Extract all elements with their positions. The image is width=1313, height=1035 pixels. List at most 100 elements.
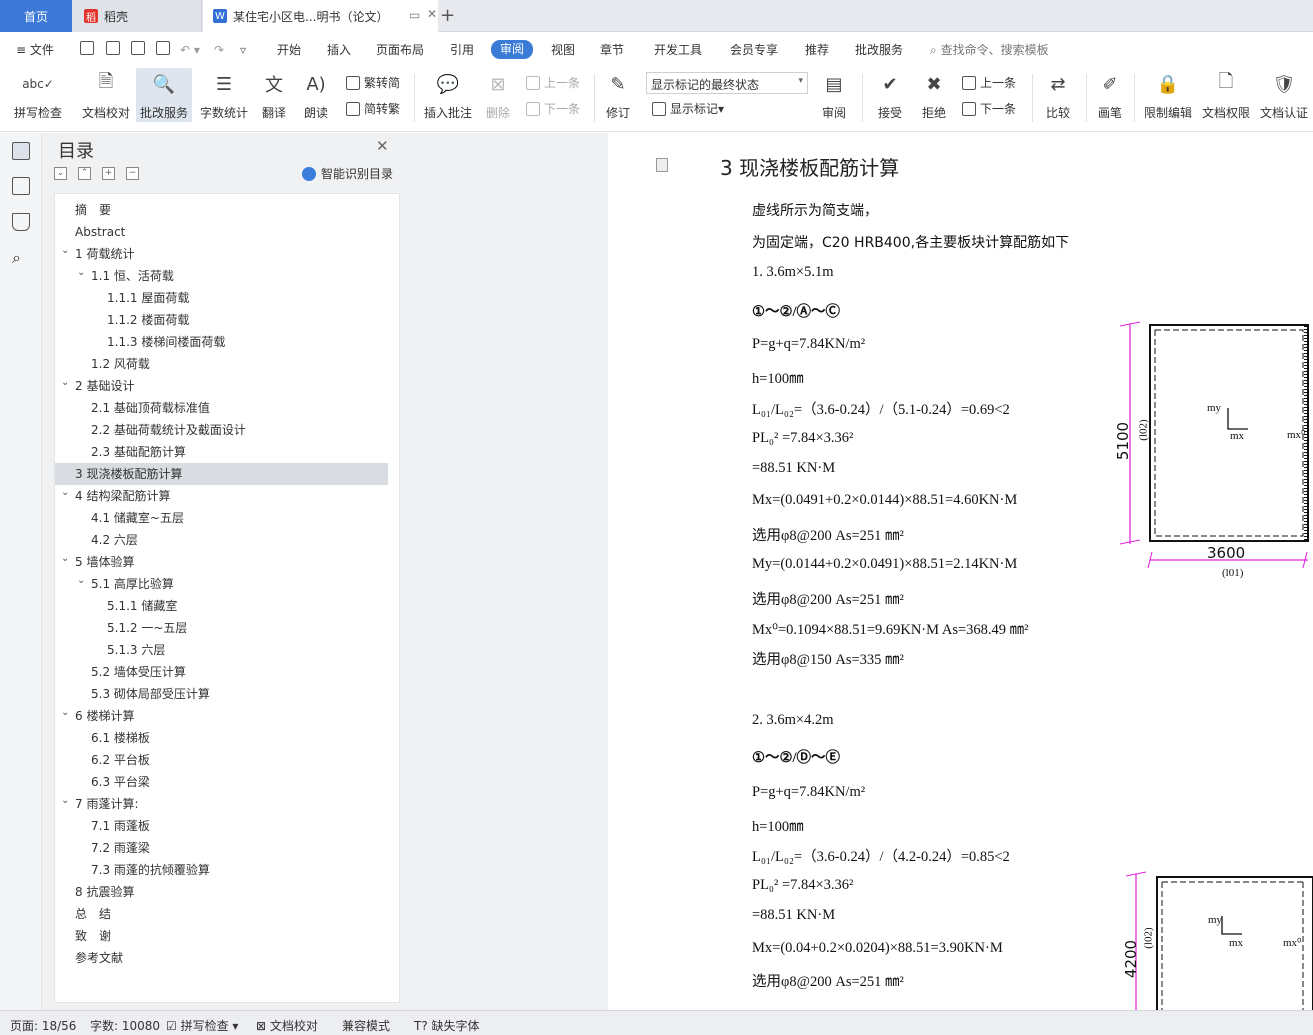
toc-item[interactable]: 2.1 基础顶荷载标准值 xyxy=(55,397,388,419)
bookmark-icon[interactable] xyxy=(12,213,30,231)
prev-comment-button[interactable]: 上一条 xyxy=(526,74,580,91)
toc-item[interactable]: ⌄ 1.1 恒、活荷载 xyxy=(55,265,388,287)
read-aloud-button[interactable]: A) 朗读 xyxy=(300,70,332,121)
toc-item[interactable]: 6.3 平台梁 xyxy=(55,771,388,793)
toc-item[interactable]: 总 结 xyxy=(55,903,388,925)
chevron-down-icon[interactable]: ⌄ xyxy=(61,240,69,262)
outline-panel-icon[interactable] xyxy=(12,177,30,195)
chevron-down-icon[interactable]: ⌄ xyxy=(77,570,85,592)
s2t-button[interactable]: 简转繁 xyxy=(346,100,400,117)
toc-panel-icon[interactable] xyxy=(12,142,30,160)
toc-item[interactable]: 7.2 雨蓬梁 xyxy=(55,837,388,859)
toc-item[interactable]: 3 现浇楼板配筋计算 xyxy=(55,463,388,485)
toc-item[interactable]: 1.1.1 屋面荷载 xyxy=(55,287,388,309)
translate-button[interactable]: 文翻译 xyxy=(256,70,292,121)
chevron-down-icon[interactable]: ⌄ xyxy=(61,790,69,812)
toc-item[interactable]: 7.3 雨蓬的抗倾覆验算 xyxy=(55,859,388,881)
menu-developer[interactable]: 开发工具 xyxy=(654,41,702,59)
smart-toc-button[interactable]: 智能识别目录 xyxy=(302,165,393,182)
next-comment-button[interactable]: 下一条 xyxy=(526,100,580,117)
page-indicator[interactable]: 页面: 18/56 xyxy=(10,1017,76,1034)
menu-view[interactable]: 视图 xyxy=(551,41,575,59)
spell-check-status[interactable]: ☑ 拼写检查 ▾ xyxy=(166,1017,238,1034)
undo-icon[interactable]: ↶ ▾ xyxy=(180,41,200,59)
toc-item[interactable]: 2.3 基础配筋计算 xyxy=(55,441,388,463)
toc-item[interactable]: ⌄ 1 荷载统计 xyxy=(55,243,388,265)
word-count-button[interactable]: ☰ 字数统计 xyxy=(198,70,250,121)
chevron-down-icon[interactable]: ⌄ xyxy=(61,548,69,570)
toc-item[interactable]: ⌄ 7 雨蓬计算: xyxy=(55,793,388,815)
insert-comment-button[interactable]: 💬 插入批注 xyxy=(422,70,474,121)
chevron-down-icon[interactable]: ⌄ xyxy=(77,262,85,284)
delete-comment-button[interactable]: ⊠ 删除 xyxy=(480,70,516,121)
menu-layout[interactable]: 页面布局 xyxy=(376,41,424,59)
document-menu-icon[interactable] xyxy=(656,158,668,172)
redo-icon[interactable]: ↷ xyxy=(214,41,224,59)
toc-item[interactable]: ⌄ 6 楼梯计算 xyxy=(55,705,388,727)
print-icon[interactable] xyxy=(131,41,145,55)
tab-document[interactable]: W 某住宅小区电...明书（论文） ▭ ✕ xyxy=(203,0,438,32)
toc-item[interactable]: 6.2 平台板 xyxy=(55,749,388,771)
toc-item[interactable]: 致 谢 xyxy=(55,925,388,947)
accept-button[interactable]: ✔ 接受 xyxy=(872,70,908,121)
toc-item[interactable]: 5.1.1 储藏室 xyxy=(55,595,388,617)
t2s-button[interactable]: 繁转简 xyxy=(346,74,400,91)
compare-button[interactable]: ⇄ 比较 xyxy=(1040,70,1076,121)
proofread-status[interactable]: ⊠ 文档校对 xyxy=(256,1017,318,1034)
markup-state-select[interactable]: 显示标记的最终状态 ▾ xyxy=(646,72,808,94)
preview-icon[interactable] xyxy=(156,41,170,55)
doc-permission-button[interactable]: 🗋 文档权限 xyxy=(1200,70,1252,121)
collapse-all-icon[interactable]: ⌄ xyxy=(54,167,67,180)
toc-item[interactable]: 6.1 楼梯板 xyxy=(55,727,388,749)
prev-change-button[interactable]: 上一条 xyxy=(962,74,1016,91)
pen-button[interactable]: ✐ 画笔 xyxy=(1094,70,1126,121)
command-search[interactable]: ⌕ 查找命令、搜索模板 xyxy=(930,41,1049,59)
toc-item[interactable]: 1.1.3 楼梯间楼面荷载 xyxy=(55,331,388,353)
toc-item[interactable]: 5.2 墙体受压计算 xyxy=(55,661,388,683)
file-menu[interactable]: ≡ 文件 xyxy=(16,41,54,59)
menu-reference[interactable]: 引用 xyxy=(450,41,474,59)
new-tab-icon[interactable]: + xyxy=(440,5,455,26)
close-icon[interactable]: ✕ xyxy=(376,137,389,155)
menu-start[interactable]: 开始 xyxy=(277,41,301,59)
toc-item[interactable]: 1.1.2 楼面荷载 xyxy=(55,309,388,331)
menu-member[interactable]: 会员专享 xyxy=(730,41,778,59)
toc-item[interactable]: 5.1.2 一~五层 xyxy=(55,617,388,639)
proofread-button[interactable]: 🗎 文档校对 xyxy=(80,70,132,121)
toc-item[interactable]: 2.2 基础荷载统计及截面设计 xyxy=(55,419,388,441)
next-change-button[interactable]: 下一条 xyxy=(962,100,1016,117)
toc-item[interactable]: Abstract xyxy=(55,221,388,243)
review-pane-button[interactable]: ▤ 审阅 xyxy=(816,70,852,121)
expand-up-icon[interactable]: ⌃ xyxy=(78,167,91,180)
toc-item[interactable]: ⌄ 5 墙体验算 xyxy=(55,551,388,573)
menu-recommend[interactable]: 推荐 xyxy=(805,41,829,59)
restrict-edit-button[interactable]: 🔒 限制编辑 xyxy=(1142,70,1194,121)
tab-home[interactable]: 首页 xyxy=(0,0,72,32)
close-tab-icon[interactable]: ✕ xyxy=(427,7,437,21)
chevron-down-icon[interactable]: ⌄ xyxy=(61,702,69,724)
reject-button[interactable]: ✖ 拒绝 xyxy=(916,70,952,121)
chevron-down-icon[interactable]: ⌄ xyxy=(61,482,69,504)
toc-item[interactable]: ⌄ 2 基础设计 xyxy=(55,375,388,397)
search-panel-icon[interactable]: ⌕ xyxy=(12,249,30,267)
remove-level-icon[interactable]: − xyxy=(126,167,139,180)
toc-item[interactable]: ⌄ 4 结构梁配筋计算 xyxy=(55,485,388,507)
toc-item[interactable]: 8 抗震验算 xyxy=(55,881,388,903)
toc-item[interactable]: 5.1.3 六层 xyxy=(55,639,388,661)
screen-icon[interactable]: ▭ xyxy=(409,8,420,22)
save-icon[interactable] xyxy=(80,41,94,55)
export-icon[interactable] xyxy=(106,41,120,55)
toc-item[interactable]: 4.2 六层 xyxy=(55,529,388,551)
add-level-icon[interactable]: + xyxy=(102,167,115,180)
toc-item[interactable]: 5.3 砌体局部受压计算 xyxy=(55,683,388,705)
track-changes-button[interactable]: ✎ 修订 xyxy=(600,70,636,121)
show-markup-button[interactable]: 显示标记 ▾ xyxy=(652,100,724,117)
toc-item[interactable]: 4.1 储藏室~五层 xyxy=(55,507,388,529)
doc-cert-button[interactable]: 🛡 文档认证 xyxy=(1258,70,1310,121)
toc-item[interactable]: 7.1 雨蓬板 xyxy=(55,815,388,837)
tab-docer[interactable]: 稻 稻壳 xyxy=(72,0,202,32)
grading-service-button[interactable]: 🔍 批改服务 xyxy=(136,68,192,122)
missing-font-status[interactable]: T? 缺失字体 xyxy=(414,1017,480,1034)
spell-check-button[interactable]: abc✓ 拼写检查 xyxy=(12,70,64,121)
chevron-down-icon[interactable]: ⌄ xyxy=(61,372,69,394)
